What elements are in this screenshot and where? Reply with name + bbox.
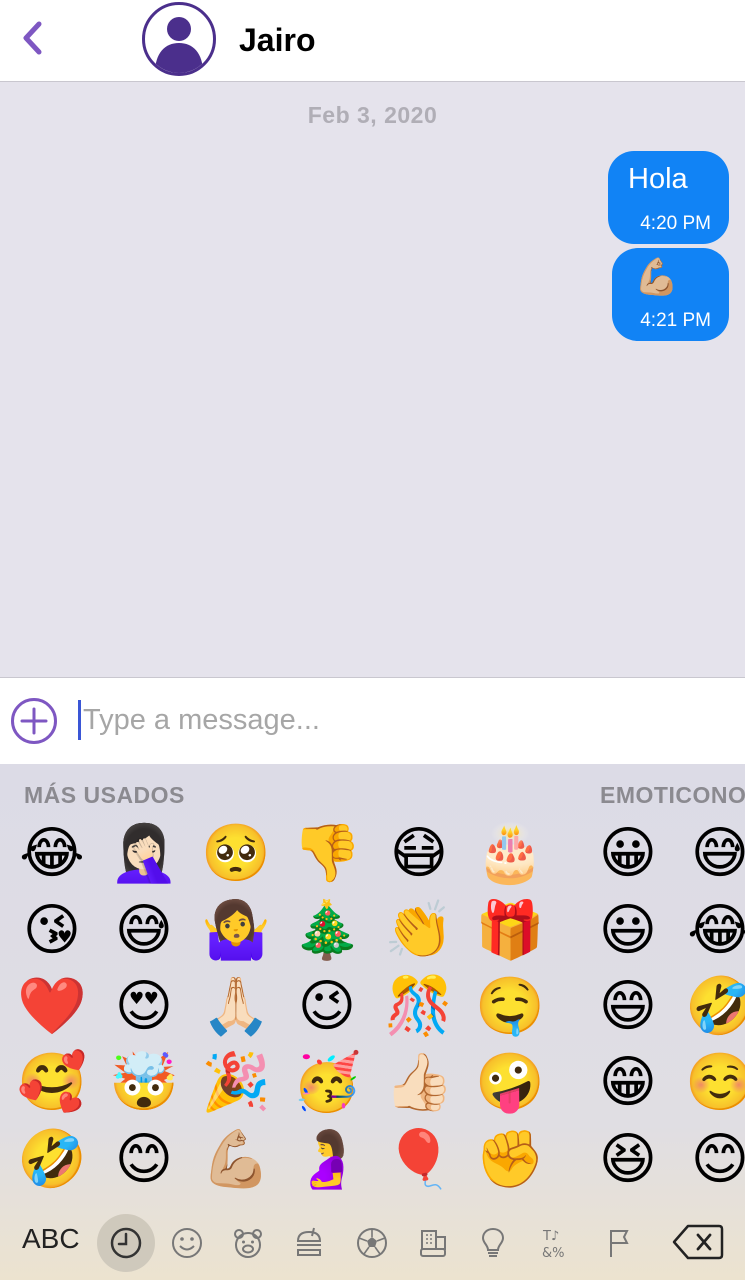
svg-text:T♪: T♪	[542, 1229, 559, 1244]
category-travel[interactable]	[408, 1218, 458, 1268]
emoji-key[interactable]: 🤦🏻‍♀️	[104, 819, 184, 889]
emoji-key[interactable]: 😘	[12, 896, 92, 966]
category-activity[interactable]	[347, 1218, 397, 1268]
svg-text:&%: &%	[542, 1246, 565, 1261]
section-label-frequent: MÁS USADOS	[24, 782, 185, 808]
emoji-key[interactable]: 🤪	[470, 1048, 550, 1118]
message-time: 4:20 PM	[640, 213, 711, 234]
emoji-key[interactable]: 😊	[680, 1125, 745, 1195]
message-text: Hola	[628, 163, 688, 195]
emoji-key[interactable]: 😷	[379, 819, 459, 889]
emoji-key[interactable]: 😅	[104, 896, 184, 966]
emoji-key[interactable]: 🥳	[287, 1048, 367, 1118]
message-input[interactable]	[83, 696, 723, 744]
emoji-key[interactable]: 😂	[680, 896, 745, 966]
message-composer	[0, 677, 745, 765]
emoji-key[interactable]: 🤰	[287, 1125, 367, 1195]
smiley-icon	[172, 1228, 202, 1258]
chevron-left-icon	[23, 21, 42, 55]
emoji-key[interactable]: 😊	[104, 1125, 184, 1195]
emoji-key[interactable]: 💪🏼	[196, 1125, 276, 1195]
bear-icon	[234, 1229, 262, 1258]
emoji-key[interactable]: 🤤	[470, 972, 550, 1042]
date-separator: Feb 3, 2020	[307, 102, 438, 128]
backspace-icon	[672, 1224, 724, 1260]
emoji-key[interactable]: ✊	[470, 1125, 550, 1195]
contact-avatar[interactable]	[142, 2, 216, 76]
symbols-icon: T♪ &%	[542, 1229, 565, 1261]
emoji-key[interactable]: 😃	[588, 896, 668, 966]
emoji-key[interactable]: 👍🏻	[379, 1048, 459, 1118]
message-time: 4:21 PM	[640, 310, 711, 331]
emoji-key[interactable]: 😀	[588, 819, 668, 889]
lightbulb-icon	[481, 1227, 505, 1257]
emoji-key[interactable]: 😉	[287, 972, 367, 1042]
backspace-button[interactable]	[672, 1223, 724, 1261]
message-bubble[interactable]: 💪🏼 4:21 PM	[612, 248, 729, 341]
text-cursor	[78, 700, 81, 740]
add-attachment-button[interactable]	[10, 697, 58, 745]
emoji-key[interactable]: ☺️	[680, 1048, 745, 1118]
emoji-key[interactable]: 🎄	[287, 896, 367, 966]
emoji-key[interactable]: 😂	[12, 819, 92, 889]
message-bubble[interactable]: Hola 4:20 PM	[608, 151, 729, 244]
category-flags[interactable]	[594, 1218, 644, 1268]
emoji-key[interactable]: 🤷‍♀️	[196, 896, 276, 966]
plus-circle-icon	[11, 698, 57, 744]
emoji-key[interactable]: 🤯	[104, 1048, 184, 1118]
emoji-key[interactable]: ❤️	[12, 972, 92, 1042]
emoji-key[interactable]: 😄	[588, 972, 668, 1042]
emoji-keyboard: MÁS USADOS EMOTICONO 😂 🤦🏻‍♀️ 🥺 👎 😷 🎂 😘 😅 🤷‍♀️ 🎄 👏 🎁…	[0, 764, 745, 1280]
clock-icon	[110, 1227, 142, 1259]
category-symbols[interactable]: T♪ &%	[532, 1218, 582, 1268]
emoji-key[interactable]: 🤣	[680, 972, 745, 1042]
category-animals[interactable]	[223, 1218, 273, 1268]
emoji-key[interactable]: 🎉	[196, 1048, 276, 1118]
emoji-key[interactable]: 😅	[680, 819, 745, 889]
abc-keyboard-button[interactable]: ABC	[22, 1223, 80, 1255]
contact-name[interactable]: Jairo	[239, 20, 315, 60]
category-recent[interactable]	[97, 1214, 155, 1272]
category-smileys[interactable]	[162, 1218, 212, 1268]
emoji-key[interactable]: 🎁	[470, 896, 550, 966]
emoji-key[interactable]: 👎	[287, 819, 367, 889]
emoji-key[interactable]: 🥺	[196, 819, 276, 889]
emoji-key[interactable]: 😁	[588, 1048, 668, 1118]
burger-icon	[296, 1227, 322, 1256]
emoji-key[interactable]: 😆	[588, 1125, 668, 1195]
back-button[interactable]	[14, 18, 50, 58]
category-objects[interactable]	[468, 1218, 518, 1268]
buildings-icon	[420, 1230, 446, 1257]
message-emoji: 💪🏼	[634, 256, 679, 297]
emoji-key[interactable]: 🤣	[12, 1125, 92, 1195]
message-list[interactable]: Feb 3, 2020 Hola 4:20 PM 💪🏼 4:21 PM	[0, 82, 745, 676]
emoji-key[interactable]: 😍	[104, 972, 184, 1042]
category-food[interactable]	[284, 1218, 334, 1268]
person-icon	[155, 17, 203, 73]
section-label-emoticons: EMOTICONO	[600, 782, 745, 808]
emoji-key[interactable]: 👏	[379, 896, 459, 966]
soccer-ball-icon	[357, 1228, 387, 1258]
emoji-key[interactable]: 🎈	[379, 1125, 459, 1195]
flag-icon	[610, 1230, 629, 1257]
emoji-key[interactable]: 🥰	[12, 1048, 92, 1118]
emoji-key[interactable]: 🎊	[379, 972, 459, 1042]
emoji-category-bar: ABC T♪ &%	[0, 1205, 745, 1280]
emoji-key[interactable]: 🎂	[470, 819, 550, 889]
chat-header: Jairo	[0, 0, 745, 82]
emoji-key[interactable]: 🙏🏻	[196, 972, 276, 1042]
